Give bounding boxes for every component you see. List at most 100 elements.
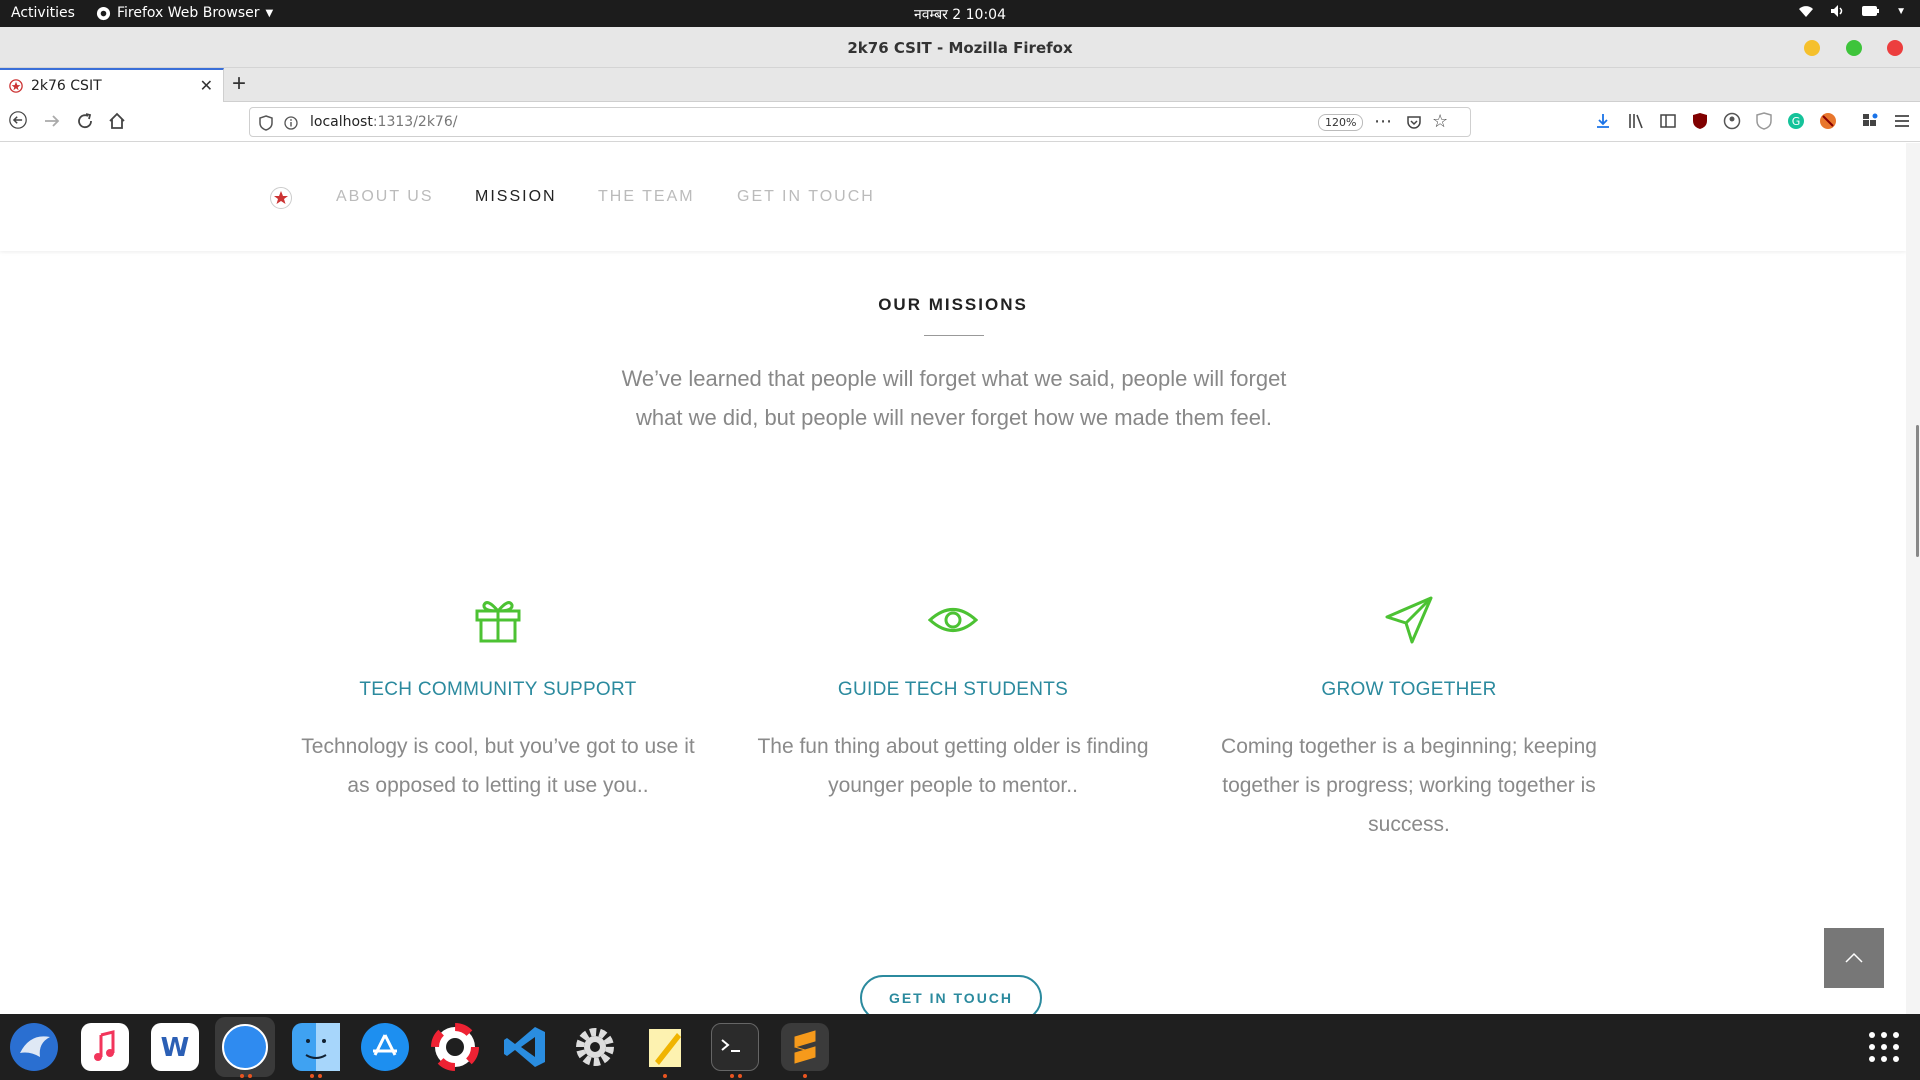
- volume-icon: [1831, 5, 1843, 17]
- url-text[interactable]: localhost:1313/2k76/: [310, 114, 457, 130]
- new-tab-button[interactable]: +: [232, 70, 246, 98]
- back-button[interactable]: [9, 111, 27, 129]
- pocket-icon[interactable]: [1406, 115, 1422, 131]
- grammarly-icon[interactable]: G: [1787, 112, 1805, 130]
- favicon-icon: [9, 79, 23, 93]
- nav-get-in-touch[interactable]: GET IN TOUCH: [737, 188, 875, 206]
- wifi-icon: [1799, 6, 1814, 17]
- navigation-toolbar: localhost:1313/2k76/ 120% ⋯ ☆ G: [0, 102, 1920, 142]
- get-in-touch-button[interactable]: GET IN TOUCH: [860, 975, 1042, 1014]
- dock-app-finder[interactable]: [292, 1023, 340, 1071]
- site-logo[interactable]: [270, 187, 292, 209]
- section-title: OUR MISSIONS: [878, 295, 1028, 314]
- site-navigation: ABOUT US MISSION THE TEAM GET IN TOUCH: [0, 143, 1906, 251]
- running-indicator: [730, 1074, 734, 1078]
- url-bar[interactable]: localhost:1313/2k76/ 120% ⋯ ☆: [249, 107, 1471, 137]
- feature-text: The fun thing about getting older is fin…: [757, 735, 1149, 797]
- title-divider: [924, 335, 984, 336]
- extension-icon[interactable]: [1819, 112, 1837, 130]
- show-applications-button[interactable]: [1860, 1023, 1908, 1071]
- gift-icon: [475, 601, 521, 643]
- battery-icon: [1862, 6, 1880, 16]
- shield-icon[interactable]: [259, 115, 273, 131]
- eye-icon: [928, 608, 978, 632]
- star-logo-icon: [274, 191, 288, 204]
- window-titlebar: 2k76 CSIT - Mozilla Firefox: [0, 27, 1920, 68]
- browser-tab[interactable]: 2k76 CSIT ✕: [0, 68, 224, 102]
- feature-title: TECH COMMUNITY SUPPORT: [359, 679, 637, 700]
- dock-app-settings[interactable]: [571, 1023, 619, 1071]
- running-indicator: [803, 1074, 807, 1078]
- firefox-icon: [96, 6, 111, 20]
- nav-the-team[interactable]: THE TEAM: [598, 188, 695, 206]
- gear-icon: [576, 1028, 614, 1066]
- dock-app-eagle[interactable]: [10, 1023, 58, 1071]
- app-grid-icon: [1869, 1032, 1899, 1062]
- downloads-icon[interactable]: [1594, 112, 1612, 130]
- running-indicator: [738, 1074, 742, 1078]
- nav-mission[interactable]: MISSION: [475, 188, 557, 206]
- sublime-icon: [794, 1030, 816, 1064]
- activities-button[interactable]: Activities: [11, 5, 75, 21]
- eagle-icon: [20, 1036, 50, 1057]
- minimize-button[interactable]: [1804, 40, 1820, 56]
- chevron-down-icon: ▼: [265, 7, 274, 19]
- page-actions-icon[interactable]: ⋯: [1374, 111, 1392, 132]
- feature-title: GROW TOGETHER: [1321, 679, 1497, 700]
- dock-app-music[interactable]: [81, 1023, 129, 1071]
- nav-about-us[interactable]: ABOUT US: [336, 188, 434, 206]
- web-page: ABOUT US MISSION THE TEAM GET IN TOUCH O…: [0, 143, 1920, 1014]
- extensions-puzzle-icon[interactable]: [1861, 112, 1879, 130]
- dock-app-safari-active[interactable]: [215, 1017, 275, 1077]
- system-tray[interactable]: ▼: [1798, 4, 1906, 18]
- notepad-icon: [649, 1029, 681, 1067]
- app-menu[interactable]: Firefox Web Browser ▼: [96, 5, 273, 21]
- close-tab-icon[interactable]: ✕: [200, 76, 213, 96]
- home-button[interactable]: [108, 112, 126, 130]
- dock-app-vscode[interactable]: [501, 1023, 549, 1071]
- tab-strip: 2k76 CSIT ✕ +: [0, 68, 1920, 102]
- dock-app-sublime[interactable]: [781, 1023, 829, 1071]
- feature-title: GUIDE TECH STUDENTS: [837, 679, 1069, 700]
- running-indicator: [240, 1074, 244, 1078]
- ublock-icon[interactable]: [1691, 112, 1709, 130]
- appstore-icon: [373, 1034, 397, 1056]
- bookmark-star-icon[interactable]: ☆: [1432, 111, 1448, 132]
- privacy-badger-icon[interactable]: [1755, 112, 1773, 130]
- reload-button[interactable]: [76, 112, 94, 130]
- scrollbar-thumb[interactable]: [1916, 425, 1919, 557]
- info-icon[interactable]: [284, 116, 298, 130]
- zoom-indicator[interactable]: 120%: [1318, 114, 1364, 131]
- svg-text:W: W: [161, 1033, 190, 1063]
- app-menu-label: Firefox Web Browser: [117, 5, 260, 21]
- vscode-icon: [504, 1027, 545, 1067]
- tab-title: 2k76 CSIT: [31, 78, 102, 94]
- word-icon: W: [161, 1033, 190, 1063]
- window-title: 2k76 CSIT - Mozilla Firefox: [847, 39, 1073, 57]
- dock-app-word[interactable]: W: [151, 1023, 199, 1071]
- close-button[interactable]: [1887, 40, 1903, 56]
- forward-button[interactable]: [43, 112, 61, 130]
- sidebar-icon[interactable]: [1659, 112, 1677, 130]
- mission-quote: We’ve learned that people will forget wh…: [621, 366, 1287, 430]
- hamburger-menu-icon[interactable]: [1893, 112, 1911, 130]
- feature-text: Technology is cool, but you’ve got to us…: [301, 735, 695, 797]
- clock[interactable]: नवम्बर 2 10:04: [0, 5, 1920, 24]
- scroll-to-top-button[interactable]: [1824, 928, 1884, 988]
- dock-app-notes[interactable]: [641, 1023, 689, 1071]
- dock-app-help[interactable]: [431, 1023, 479, 1071]
- feature-tech-community: TECH COMMUNITY SUPPORT Technology is coo…: [298, 595, 698, 805]
- dock: W: [0, 1014, 1920, 1080]
- url-host: localhost: [310, 114, 373, 130]
- library-icon[interactable]: [1627, 112, 1645, 130]
- feature-text: Coming together is a beginning; keeping …: [1221, 735, 1597, 836]
- dock-app-terminal[interactable]: [711, 1023, 759, 1071]
- chevron-down-icon: ▼: [1896, 5, 1906, 17]
- account-icon[interactable]: [1723, 112, 1741, 130]
- terminal-icon: [721, 1039, 740, 1052]
- maximize-button[interactable]: [1846, 40, 1862, 56]
- finder-icon: [305, 1023, 340, 1071]
- dock-app-appstore[interactable]: [361, 1023, 409, 1071]
- running-indicator: [318, 1074, 322, 1078]
- page-scrollbar[interactable]: [1906, 143, 1920, 1014]
